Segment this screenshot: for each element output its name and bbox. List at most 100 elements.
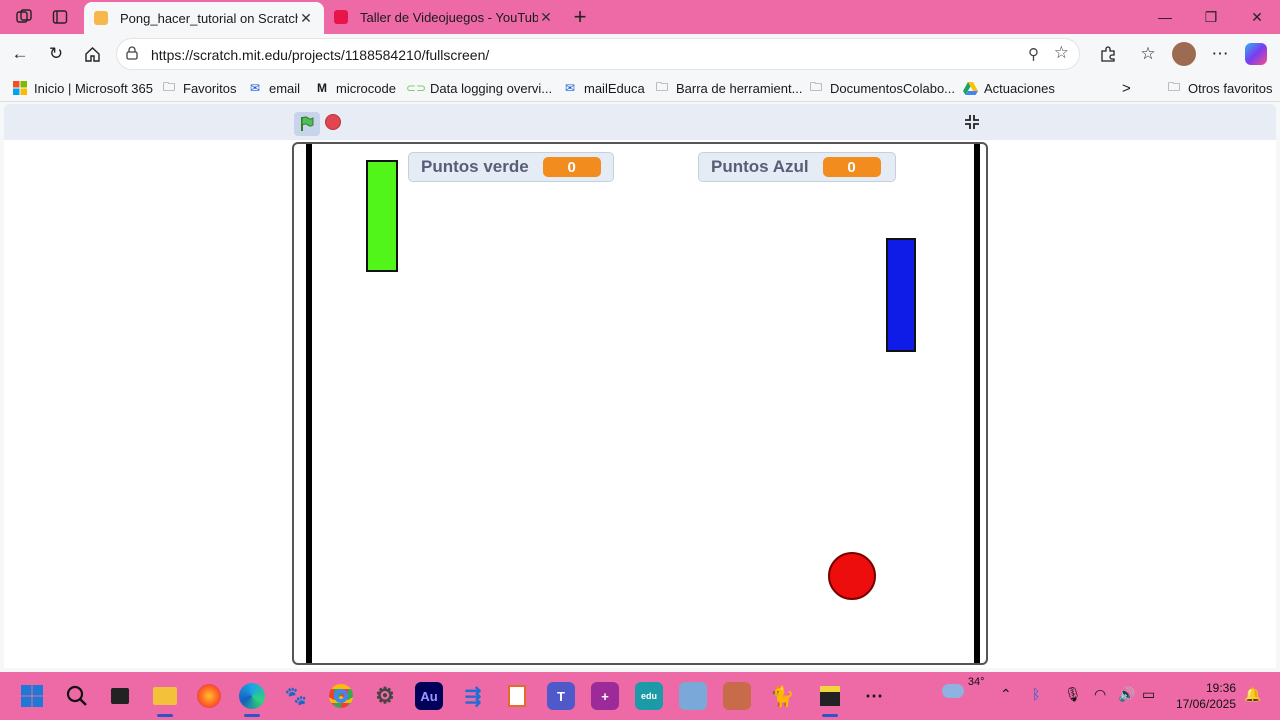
- favorite-star-icon[interactable]: ☆: [1054, 43, 1069, 63]
- home-icon[interactable]: [78, 40, 106, 68]
- close-window-icon[interactable]: ✕: [1234, 0, 1280, 34]
- firefox-icon[interactable]: [195, 682, 223, 710]
- green-flag-button[interactable]: [294, 112, 320, 136]
- url-text[interactable]: https://scratch.mit.edu/projects/1188584…: [151, 47, 489, 63]
- power-automate-icon[interactable]: ⇶: [459, 682, 487, 710]
- edge-icon[interactable]: [238, 682, 266, 717]
- forms-icon[interactable]: [503, 682, 531, 710]
- bookmark-label: Otros favoritos: [1188, 80, 1273, 96]
- title-bar: Pong_hacer_tutorial on Scratch ✕ Taller …: [0, 0, 1280, 34]
- right-wall: [974, 144, 980, 663]
- stop-button[interactable]: [325, 114, 341, 130]
- bookmark-barra[interactable]: 🗀 Barra de herramient...: [654, 79, 802, 97]
- chevron-up-icon[interactable]: ⌃: [1000, 686, 1012, 703]
- chrome-icon[interactable]: [327, 682, 355, 710]
- folder-icon: 🗀: [162, 79, 175, 94]
- bookmark-label: mailEduca: [584, 80, 645, 96]
- lock-icon[interactable]: [125, 46, 139, 63]
- volume-icon[interactable]: 🔊: [1118, 686, 1135, 703]
- bookmark-label: Actuaciones: [984, 80, 1055, 96]
- close-tab-icon[interactable]: ✕: [538, 9, 554, 26]
- cloud-icon: [942, 684, 964, 699]
- search-icon[interactable]: [63, 682, 91, 710]
- bluetooth-icon[interactable]: ᛒ: [1032, 686, 1040, 702]
- drive-icon: [962, 81, 978, 95]
- close-tab-icon[interactable]: ✕: [298, 10, 314, 27]
- bookmark-actuaciones[interactable]: Actuaciones: [962, 79, 1055, 97]
- file-explorer-icon[interactable]: [151, 682, 179, 717]
- scratch-favicon-icon: [94, 11, 108, 25]
- mail-icon: ✉: [249, 81, 261, 95]
- score-value: 0: [822, 157, 881, 177]
- tab-title: Pong_hacer_tutorial on Scratch: [120, 10, 298, 26]
- tab-actions-icon[interactable]: [49, 6, 71, 28]
- folder-icon: 🗀: [809, 79, 822, 94]
- game-stage[interactable]: Puntos verde 0 Puntos Azul 0: [292, 142, 988, 665]
- copilot-icon[interactable]: [1242, 40, 1270, 68]
- bookmark-email[interactable]: ✉ email: [247, 79, 300, 97]
- bookmark-microcode[interactable]: M microcode: [314, 79, 396, 97]
- more-apps-icon[interactable]: ⋯: [860, 682, 888, 710]
- workspaces-icon[interactable]: [13, 6, 35, 28]
- tab-scratch[interactable]: Pong_hacer_tutorial on Scratch ✕: [84, 2, 324, 34]
- minimize-icon[interactable]: —: [1142, 0, 1188, 34]
- clock[interactable]: 19:36 17/06/2025: [1176, 680, 1236, 712]
- clock-time: 19:36: [1205, 681, 1236, 695]
- settings-icon[interactable]: ⚙: [371, 682, 399, 710]
- teams-icon[interactable]: T: [547, 682, 575, 710]
- bookmark-label: DocumentosColabo...: [830, 80, 956, 96]
- sticky-notes-icon[interactable]: [816, 682, 844, 717]
- remote-app-icon[interactable]: [679, 682, 707, 710]
- microphone-icon[interactable]: 🎙: [1064, 686, 1082, 703]
- cart-app-icon[interactable]: [723, 682, 751, 710]
- folder-icon: 🗀: [655, 79, 668, 94]
- bookmark-label: Favoritos: [183, 80, 237, 96]
- bookmark-mail-educa[interactable]: ✉ mailEduca: [562, 79, 645, 97]
- favorites-icon[interactable]: ☆: [1134, 40, 1162, 68]
- notifications-icon[interactable]: 🔔: [1244, 686, 1261, 703]
- bookmark-label: Barra de herramient...: [676, 80, 803, 96]
- stage-header: [4, 104, 1276, 140]
- microsoft-icon: [12, 81, 28, 95]
- power-apps-icon[interactable]: +: [591, 682, 619, 710]
- zoom-out-icon[interactable]: ⚲: [1028, 45, 1039, 63]
- score-monitor-blue: Puntos Azul 0: [698, 152, 896, 182]
- address-bar[interactable]: https://scratch.mit.edu/projects/1188584…: [116, 38, 1080, 70]
- tab-youtube[interactable]: Taller de Videojuegos - YouTube ✕: [324, 0, 564, 34]
- more-menu-icon[interactable]: ⋯: [1206, 40, 1234, 68]
- scratch-cat-icon[interactable]: 🐈: [768, 682, 796, 710]
- bookmark-otros-favoritos[interactable]: 🗀 Otros favoritos: [1166, 79, 1273, 97]
- back-icon[interactable]: ←: [6, 40, 34, 68]
- taskbar: 🐾 ⚙ Au ⇶ T + edu 🐈 ⋯ 34° ⌃ ᛒ 🎙 ◠ 🔊 ▭ 19:…: [0, 672, 1280, 720]
- address-toolbar: ← ↻ https://scratch.mit.edu/projects/118…: [0, 34, 1280, 74]
- task-view-icon[interactable]: [106, 682, 134, 710]
- bookmarks-overflow-button[interactable]: >: [1122, 79, 1131, 97]
- bookmark-microsoft-365[interactable]: Inicio | Microsoft 365: [12, 79, 153, 97]
- bookmark-label: Data logging overvi...: [430, 80, 553, 96]
- audition-icon[interactable]: Au: [415, 682, 443, 710]
- restore-icon[interactable]: ❐: [1188, 0, 1234, 34]
- weather-widget[interactable]: 34°: [942, 676, 985, 699]
- microbit-icon: M: [317, 81, 327, 95]
- gimp-icon[interactable]: 🐾: [282, 682, 310, 710]
- bookmark-data-logging[interactable]: ⊂⊃ Data logging overvi...: [406, 79, 553, 97]
- refresh-icon[interactable]: ↻: [42, 40, 70, 68]
- bookmark-favoritos[interactable]: 🗀 Favoritos: [161, 79, 236, 97]
- exit-fullscreen-icon[interactable]: [960, 110, 984, 134]
- extensions-icon[interactable]: [1094, 40, 1122, 68]
- bookmark-documentos[interactable]: 🗀 DocumentosColabo...: [808, 79, 955, 97]
- edu-app-icon[interactable]: edu: [635, 682, 663, 710]
- new-tab-button[interactable]: +: [569, 4, 591, 29]
- bookmark-label: email: [269, 80, 301, 96]
- left-wall: [306, 144, 312, 663]
- weather-temp: 34°: [967, 676, 985, 688]
- folder-icon: 🗀: [1167, 79, 1180, 94]
- avatar[interactable]: [1170, 40, 1198, 68]
- battery-icon[interactable]: ▭: [1142, 686, 1155, 703]
- blue-paddle: [886, 238, 916, 352]
- mail-icon: ✉: [564, 81, 576, 95]
- score-monitor-green: Puntos verde 0: [408, 152, 614, 182]
- wifi-icon[interactable]: ◠: [1094, 686, 1106, 703]
- green-paddle: [366, 160, 398, 272]
- windows-start-icon[interactable]: [18, 682, 46, 710]
